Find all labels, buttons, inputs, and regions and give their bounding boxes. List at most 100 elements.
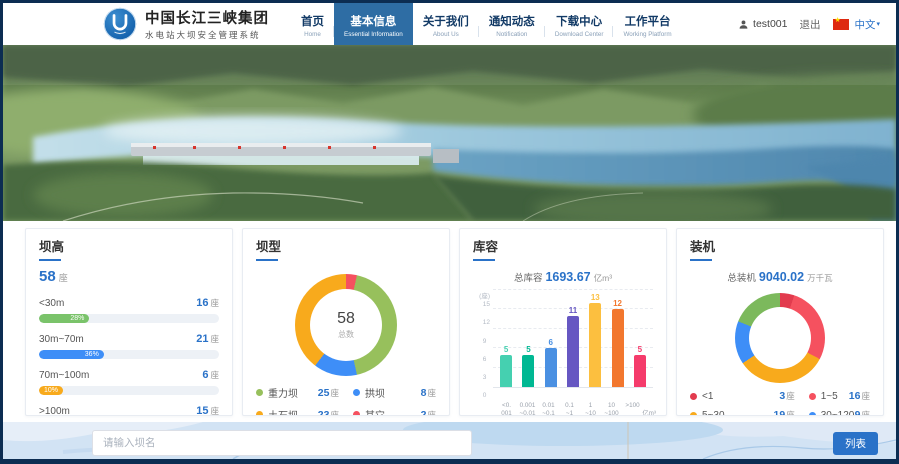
- legend-label: 30~120: [821, 410, 855, 417]
- nav-item-sublabel: Essential Information: [344, 31, 403, 38]
- dam-aerial-photo: [3, 45, 896, 221]
- panel-dam-type: 坝型 58 总数 重力坝25座拱坝8座土石坝23座其它2座: [242, 228, 450, 416]
- nav-item-label: 工作平台: [623, 13, 671, 29]
- legend-item: 5~3019座: [690, 409, 795, 416]
- dam-height-row-header: 30m~70m21座: [39, 329, 219, 347]
- legend-unit: 座: [786, 409, 795, 416]
- legend-dot: [690, 412, 697, 417]
- dam-height-count-unit: 座: [210, 334, 219, 344]
- brand: 中国长江三峡集团 水电站大坝安全管理系统: [103, 7, 269, 41]
- bar-column: 12: [606, 290, 628, 387]
- bar-rect: [589, 303, 601, 387]
- hero-image: [3, 45, 896, 221]
- installed-total-value: 9040.02: [759, 270, 804, 284]
- nav-item-home[interactable]: 首页Home: [291, 3, 334, 45]
- nav-item-about-us[interactable]: 关于我们 About Us: [413, 3, 479, 45]
- language-selector[interactable]: 中文: [854, 17, 875, 32]
- legend-item: 其它2座: [353, 407, 436, 416]
- dam-type-donut-chart: 58 总数: [295, 274, 397, 376]
- capacity-bar-chart: (座) 15129630 5561113125: [473, 290, 653, 400]
- dam-type-donut-wrap: 58 总数: [256, 268, 436, 385]
- dam-height-count-value: 6: [202, 369, 208, 381]
- y-tick-label: 15: [483, 302, 490, 309]
- nav-item-essential-information[interactable]: 基本信息 Essential Information: [334, 3, 413, 45]
- donut-center-label: 总数: [338, 329, 354, 340]
- nav-item-label: 基本信息: [344, 13, 403, 29]
- bar-rect: [545, 348, 557, 387]
- legend-label: 其它: [365, 407, 385, 416]
- installed-total-unit: 万千瓦: [807, 273, 833, 283]
- legend-item: 土石坝23座: [256, 407, 339, 416]
- x-tick-label: 1 ~10: [580, 402, 601, 416]
- panel-title: 装机: [690, 236, 870, 255]
- x-tick-label: 0.001 ~0.01: [517, 402, 538, 416]
- bar-rect: [522, 355, 534, 387]
- dam-height-bar-percent: 28%: [70, 314, 89, 323]
- dam-height-row-header: <30m16座: [39, 293, 219, 311]
- logout-link[interactable]: 退出: [799, 17, 820, 32]
- dam-height-count-unit: 座: [210, 370, 219, 380]
- nav-item-notification[interactable]: 通知动态Notification: [479, 3, 545, 45]
- donut-center-value: 58: [337, 310, 355, 328]
- legend-unit: 座: [427, 409, 436, 417]
- dam-height-bar-percent: 36%: [85, 350, 104, 359]
- title-underline: [473, 259, 495, 261]
- legend-unit: 座: [330, 409, 339, 417]
- dam-height-row: <30m16座 28%: [39, 293, 219, 323]
- legend-label: <1: [702, 391, 713, 402]
- legend-count: 16: [849, 390, 861, 402]
- bar-rect: [634, 355, 646, 387]
- nav-item-label: 首页: [301, 13, 324, 29]
- bar-column: 5: [495, 290, 517, 387]
- nav-item-download-center[interactable]: 下载中心 Download Center: [545, 3, 614, 45]
- panel-title: 坝高: [39, 236, 219, 255]
- y-axis-ticks: 15129630: [483, 302, 490, 400]
- x-tick-label: >100: [622, 402, 643, 416]
- bar-value-label: 11: [569, 307, 577, 315]
- x-axis-unit: 亿m³: [642, 408, 656, 416]
- panel-dam-height: 坝高 58座 <30m16座28%30m~70m21座36%70m~100m6座…: [25, 228, 233, 416]
- list-view-button[interactable]: 列表: [833, 432, 878, 455]
- bar-value-label: 5: [504, 346, 508, 354]
- legend-label: 5~30: [702, 410, 725, 417]
- x-tick-label: <0. 001: [496, 402, 517, 416]
- legend-item: 拱坝8座: [353, 385, 436, 400]
- legend-unit: 座: [861, 390, 870, 402]
- installed-legend: <13座1~516座5~3019座30~1209座>12011座(单位:万千瓦): [690, 390, 870, 416]
- legend-count: 8: [421, 387, 427, 399]
- legend-unit: 座: [861, 409, 870, 416]
- dam-height-count-value: 16: [196, 297, 208, 309]
- username: test001: [753, 18, 787, 30]
- dam-height-bar-track: 28%: [39, 314, 219, 323]
- installed-donut-wrap: [690, 290, 870, 390]
- nav-item-working-platform[interactable]: 工作平台Working Platform: [613, 3, 681, 45]
- dam-height-row-header: >100m15座: [39, 401, 219, 416]
- nav-item-sublabel: About Us: [423, 31, 469, 38]
- user-icon: [738, 19, 749, 30]
- bar-rect: [612, 309, 624, 387]
- dam-height-count: 6座: [202, 365, 219, 383]
- search-input[interactable]: [92, 430, 472, 456]
- legend-dot: [353, 411, 360, 416]
- bar-column: 5: [517, 290, 539, 387]
- brand-subtitle: 水电站大坝安全管理系统: [145, 29, 269, 41]
- legend-dot: [809, 393, 816, 400]
- y-axis: (座) 15129630: [473, 290, 493, 400]
- dam-height-row: 30m~70m21座 36%: [39, 329, 219, 359]
- nav-item-label: 下载中心: [555, 13, 604, 29]
- stats-panels: 坝高 58座 <30m16座28%30m~70m21座36%70m~100m6座…: [3, 221, 896, 422]
- donut-center: [749, 307, 811, 369]
- nav-item-sublabel: Download Center: [555, 31, 604, 38]
- map-canvas[interactable]: 列表: [3, 422, 896, 459]
- legend-dot: [690, 393, 697, 400]
- dam-height-bar-fill: 36%: [39, 350, 104, 359]
- dam-height-rows: <30m16座 28% 30m~70m21座 36% 70m~100m6座10% >100…: [39, 293, 219, 416]
- x-tick-label: 0.01 ~0.1: [538, 402, 559, 416]
- dam-height-row: 70m~100m6座10%: [39, 365, 219, 395]
- y-tick-label: 3: [483, 375, 490, 382]
- legend-unit: 座: [330, 387, 339, 399]
- main-nav: 首页Home 基本信息 Essential Information 关于我们 About…: [291, 3, 682, 45]
- nav-item-label: 关于我们: [423, 13, 469, 29]
- title-underline: [690, 259, 712, 261]
- bar-rect: [567, 316, 579, 387]
